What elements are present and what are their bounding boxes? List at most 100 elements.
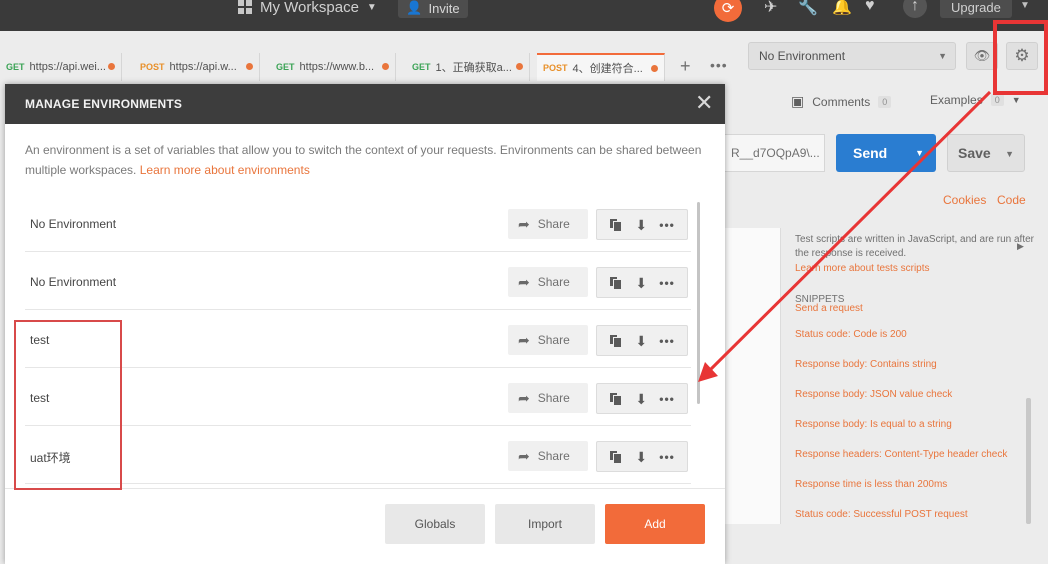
avatar[interactable]: ↑ [903,0,927,18]
method-badge: GET [6,62,25,72]
environment-list-scrollbar[interactable] [697,202,700,404]
globals-button[interactable]: Globals [385,504,485,544]
upgrade-button[interactable]: Upgrade [940,0,1012,18]
request-tab[interactable]: GET https://api.wei... [0,53,122,81]
environment-select[interactable]: No Environment ▼ [748,42,956,70]
environment-name[interactable]: No Environment [30,275,116,289]
share-button[interactable]: ➦ Share [508,383,588,413]
duplicate-icon[interactable] [609,391,623,406]
more-options-icon[interactable]: ••• [659,392,675,406]
environment-row[interactable]: No Environment ➦ Share ⬇ ••• [25,252,691,310]
share-arrow-icon: ➦ [518,389,530,406]
snippets-scrollbar[interactable] [1026,398,1031,524]
environment-row[interactable]: test ➦ Share ⬇ ••• [25,368,691,426]
import-button[interactable]: Import [495,504,595,544]
modal-title: MANAGE ENVIRONMENTS [25,97,183,111]
modal-header: MANAGE ENVIRONMENTS [5,84,725,124]
share-arrow-icon: ➦ [518,331,530,348]
code-link[interactable]: Code [997,193,1026,207]
send-label: Send [853,145,888,161]
comments-label: Comments [812,94,871,109]
share-label: Share [537,275,570,289]
examples-button[interactable]: Examples 0 ▼ [930,93,1021,107]
tab-label: https://www.b... [299,61,375,73]
environment-row[interactable]: test ➦ Share ⬇ ••• [25,310,691,368]
request-tab[interactable]: GET 1、正确获取a... [406,53,530,81]
more-options-icon[interactable]: ••• [659,450,675,464]
snippet-item[interactable]: Send a request [795,303,863,314]
request-url-input[interactable]: R__d7OQpA9\... [725,134,825,172]
annotation-box-env-names [14,320,122,490]
snippet-item[interactable]: Response body: Is equal to a string [795,419,952,430]
cookies-link[interactable]: Cookies [943,193,986,207]
request-tab[interactable]: GET https://www.b... [270,53,396,81]
share-button[interactable]: ➦ Share [508,267,588,297]
duplicate-icon[interactable] [609,217,623,232]
new-tab-plus-icon[interactable]: + [680,56,691,77]
request-tab-bar: GET https://api.wei... POST https://api.… [0,31,1048,83]
script-editor[interactable] [725,228,781,524]
tests-learn-more-link[interactable]: Learn more about tests scripts [795,263,1035,274]
chevron-down-icon: ▼ [366,1,377,13]
download-icon[interactable]: ⬇ [635,334,647,348]
unsaved-dot [382,63,389,70]
chevron-right-icon[interactable]: ▶ [1017,241,1024,252]
chevron-down-icon: ▼ [915,148,924,158]
chevron-down-icon: ▼ [1005,149,1014,159]
workspace-switcher[interactable]: My Workspace ▼ [238,0,377,16]
more-tabs-icon[interactable]: ••• [710,57,728,73]
satellite-icon[interactable]: ✈ [764,0,777,17]
snippet-item[interactable]: Response headers: Content-Type header ch… [795,449,1007,460]
snippet-item[interactable]: Response time is less than 200ms [795,479,947,490]
tab-label: https://api.wei... [29,61,106,73]
duplicate-icon[interactable] [609,333,623,348]
download-icon[interactable]: ⬇ [635,450,647,464]
download-icon[interactable]: ⬇ [635,276,647,290]
learn-more-environments-link[interactable]: Learn more about environments [140,163,310,177]
comments-button[interactable]: ▣ Comments 0 [791,93,892,110]
more-options-icon[interactable]: ••• [659,334,675,348]
heart-icon[interactable]: ♥ [865,0,875,15]
duplicate-icon[interactable] [609,275,623,290]
save-label: Save [958,145,991,161]
snippet-item[interactable]: Status code: Successful POST request [795,509,968,520]
method-badge: POST [543,63,568,73]
share-label: Share [537,217,570,231]
more-options-icon[interactable]: ••• [659,276,675,290]
snippet-item[interactable]: Response body: JSON value check [795,389,952,400]
snippet-item[interactable]: Response body: Contains string [795,359,937,370]
environment-actions: ⬇ ••• [596,325,688,356]
download-icon[interactable]: ⬇ [635,392,647,406]
environment-row[interactable]: uat环境 ➦ Share ⬇ ••• [25,426,691,484]
snippet-item[interactable]: Status code: Code is 200 [795,329,907,340]
environment-name[interactable]: No Environment [30,217,116,231]
sync-icon[interactable]: ⟳ [714,0,742,22]
duplicate-icon[interactable] [609,449,623,464]
more-options-icon[interactable]: ••• [659,218,675,232]
invite-button[interactable]: 👤 Invite [398,0,468,18]
save-button[interactable]: Save ▼ [947,134,1025,172]
bell-icon[interactable]: 🔔 [832,0,852,17]
send-button[interactable]: Send ▼ [836,134,936,172]
request-tab[interactable]: POST https://api.w... [134,53,260,81]
close-icon[interactable]: ✕ [695,92,713,114]
share-button[interactable]: ➦ Share [508,209,588,239]
request-builder-background: ▣ Comments 0 Examples 0 ▼ R__d7OQpA9\...… [725,83,1048,564]
chevron-down-icon[interactable]: ▼ [1020,0,1030,11]
request-tab-active[interactable]: POST 4、创建符合... [537,53,665,81]
method-badge: POST [140,62,165,72]
method-badge: GET [276,62,295,72]
share-button[interactable]: ➦ Share [508,441,588,471]
environment-row[interactable]: No Environment ➦ Share ⬇ ••• [25,194,691,252]
environment-actions: ⬇ ••• [596,441,688,472]
wrench-icon[interactable]: 🔧 [798,0,818,17]
tests-info-text: Test scripts are written in JavaScript, … [795,234,1034,259]
share-arrow-icon: ➦ [518,447,530,464]
method-badge: GET [412,62,431,72]
chevron-down-icon: ▼ [1011,95,1021,105]
unsaved-dot [108,63,115,70]
share-button[interactable]: ➦ Share [508,325,588,355]
add-environment-button[interactable]: Add [605,504,705,544]
download-icon[interactable]: ⬇ [635,218,647,232]
tab-label: https://api.w... [169,61,237,73]
